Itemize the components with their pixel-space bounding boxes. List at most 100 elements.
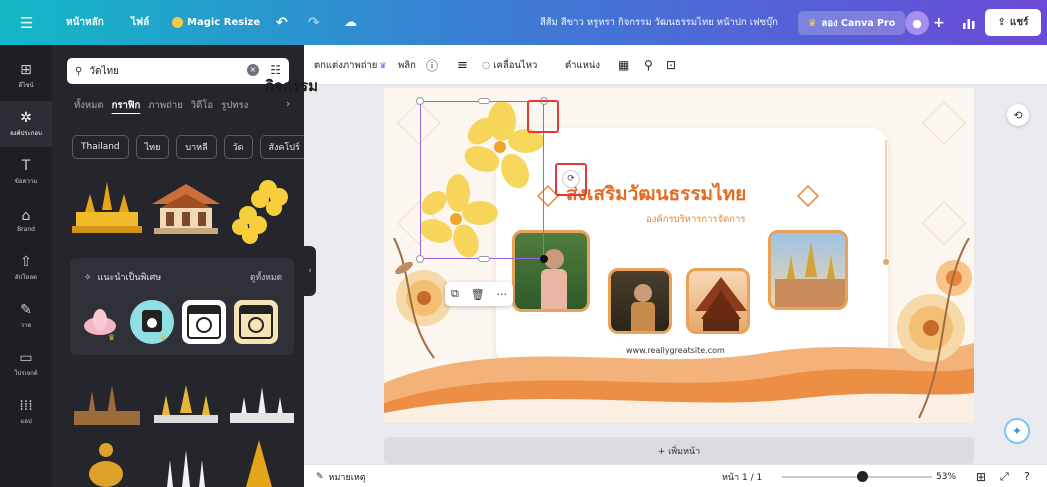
resize-handle[interactable]	[416, 97, 424, 105]
try-pro-button[interactable]: ♛ ลอง Canva Pro	[798, 11, 906, 35]
fullscreen-icon[interactable]: ⤢	[1000, 465, 1009, 487]
chip-keyword[interactable]: บาหลี	[176, 135, 217, 159]
line-spacing-icon[interactable]: ≡	[457, 45, 468, 85]
rail-item-upload[interactable]: ⇧ อัปโหลด	[0, 245, 52, 291]
photo-grand-palace[interactable]	[768, 230, 848, 310]
rail-item-brand[interactable]: ⌂ Brand	[0, 197, 52, 243]
rail-item-text[interactable]: T ข้อความ	[0, 149, 52, 195]
resize-handle[interactable]	[416, 255, 424, 263]
refresh-icon[interactable]: ⟲	[1007, 104, 1029, 126]
magic-assistant-icon[interactable]: ✦	[1004, 418, 1030, 444]
menu-icon[interactable]: ☰	[20, 0, 33, 45]
edit-image-button[interactable]: ตกแต่งภาพถ่าย ♛	[314, 45, 387, 85]
suggestion-calendar-circle[interactable]: ♛	[130, 300, 174, 344]
tab-shapes[interactable]: รูปทรง	[221, 98, 248, 113]
file-menu[interactable]: ไฟล์	[131, 0, 149, 45]
search-input[interactable]: ⚲ วัดไทย × ☷	[67, 58, 289, 84]
suggestion-calendar-gold[interactable]	[234, 300, 278, 344]
tab-graphics[interactable]: กราฟิก	[112, 98, 141, 113]
result-buddha-graphic[interactable]	[86, 440, 126, 487]
selection-frame[interactable]	[416, 97, 548, 263]
duplicate-icon[interactable]: ⧉	[451, 287, 459, 301]
undo-icon[interactable]: ↶	[276, 0, 288, 45]
elements-icon: ✲	[20, 110, 32, 126]
zoom-slider[interactable]	[782, 471, 932, 482]
rail-item-draw[interactable]: ✎ วาด	[0, 293, 52, 339]
flip-button[interactable]: พลิก	[398, 45, 416, 85]
suggestion-calendar-white[interactable]	[182, 300, 226, 344]
magic-resize-button[interactable]: Magic Resize	[172, 0, 260, 45]
design-title[interactable]: กิจกรรม	[265, 74, 318, 98]
notes-button[interactable]: ✎ หมายเหตุ	[316, 465, 366, 487]
more-options-icon[interactable]: ···	[497, 288, 508, 301]
zoom-slider-thumb[interactable]	[856, 471, 868, 482]
template-icon: ⊞	[20, 62, 32, 78]
result-golden-pagoda-graphic[interactable]	[150, 385, 222, 425]
result-golden-temple-graphic[interactable]	[72, 180, 142, 235]
design-headline[interactable]: ส่งเสริมวัฒนธรรมไทย	[566, 179, 746, 209]
svg-text:♛: ♛	[108, 333, 115, 342]
redo-icon[interactable]: ↷	[308, 0, 320, 45]
see-all-link[interactable]: ดูทั้งหมด	[250, 270, 282, 284]
photo-thai-temple-roof[interactable]	[686, 268, 750, 334]
add-page-button[interactable]: + เพิ่มหน้า	[384, 437, 974, 464]
transparency-icon[interactable]: ▦	[618, 45, 629, 85]
result-golden-stupa-graphic[interactable]	[242, 440, 276, 487]
add-collaborator-icon[interactable]: +	[933, 0, 945, 45]
rail-item-projects[interactable]: ▭ โปรเจกต์	[0, 341, 52, 387]
rail-label: องค์ประกอบ	[10, 130, 42, 137]
result-white-spires-graphic[interactable]	[156, 450, 216, 487]
rail-item-apps[interactable]: ⁞⁞⁞ แอป	[0, 389, 52, 435]
help-icon[interactable]: ?	[1024, 465, 1030, 487]
cloud-save-icon[interactable]: ☁	[344, 0, 357, 45]
chart-icon[interactable]	[962, 0, 976, 45]
home-button[interactable]: หน้าหลัก	[66, 0, 104, 45]
document-title[interactable]: สีส้ม สีขาว หรูหรา กิจกรรม วัฒนธรรมไทย ห…	[540, 0, 778, 45]
page-indicator[interactable]: หน้า 1 / 1	[722, 465, 762, 487]
crown-icon	[172, 17, 183, 28]
lock-icon[interactable]: ⊡	[666, 45, 676, 85]
chip-keyword[interactable]: Thailand	[72, 135, 129, 159]
clear-icon[interactable]: ×	[247, 64, 259, 76]
resize-handle[interactable]	[478, 256, 490, 262]
tab-photos[interactable]: ภาพถ่าย	[148, 98, 183, 113]
rail-label: ข้อความ	[14, 178, 38, 185]
suggestions-title-text: แนะนำเป็นพิเศษ	[97, 273, 162, 283]
resize-handle[interactable]	[478, 98, 490, 104]
result-temple-silhouette-graphic[interactable]	[72, 385, 142, 425]
share-button[interactable]: ⇪ แชร์	[985, 9, 1041, 36]
rotate-icon[interactable]: ⟳	[562, 170, 580, 188]
grid-view-icon[interactable]: ⊞	[976, 465, 986, 487]
animate-button[interactable]: ◌ เคลื่อนไหว	[482, 45, 537, 85]
crown-icon: ♛	[808, 17, 817, 29]
rail-item-elements[interactable]: ✲ องค์ประกอบ	[0, 101, 52, 147]
chip-keyword[interactable]: ไทย	[135, 135, 170, 159]
zoom-level[interactable]: 53%	[936, 465, 956, 487]
photo-thai-woman[interactable]	[608, 268, 672, 334]
animate-label: เคลื่อนไหว	[493, 59, 538, 71]
info-icon[interactable]: ⓘ	[426, 45, 438, 85]
design-website-url[interactable]: www.reallygreatsite.com	[626, 346, 725, 355]
position-button[interactable]: ตำแหน่ง	[565, 45, 600, 85]
rail-item-design[interactable]: ⊞ ดีไซน์	[0, 53, 52, 99]
search-value: วัดไทย	[89, 65, 119, 77]
panel-collapse-handle[interactable]: ‹	[304, 246, 316, 296]
resize-handle[interactable]	[540, 255, 548, 263]
diamond-ornament	[797, 185, 819, 207]
chevron-right-icon[interactable]: ›	[286, 97, 290, 110]
avatar[interactable]: ●	[905, 11, 929, 35]
trash-icon[interactable]: 🗑	[471, 288, 485, 301]
result-white-temple-graphic[interactable]	[228, 385, 296, 425]
panel-tabs: ทั้งหมด กราฟิก ภาพถ่าย วิดีโอ รูปทรง	[74, 98, 248, 113]
chip-keyword[interactable]: สังคโปร์	[259, 135, 304, 159]
text-icon: T	[21, 158, 31, 174]
result-thai-pavilion-graphic[interactable]	[150, 180, 222, 235]
paint-format-icon[interactable]: ⚲	[644, 45, 653, 85]
tab-videos[interactable]: วิดีโอ	[191, 98, 213, 113]
suggestion-lotus[interactable]: ♛	[78, 300, 122, 344]
design-subtitle[interactable]: องค์กรบริหารการจัดการ	[646, 212, 746, 227]
result-yellow-flower-graphic[interactable]	[230, 175, 290, 245]
keyword-chips: Thailand ไทย บาหลี วัด สังคโปร์	[72, 135, 304, 159]
tab-all[interactable]: ทั้งหมด	[74, 98, 104, 113]
chip-keyword[interactable]: วัด	[223, 135, 253, 159]
